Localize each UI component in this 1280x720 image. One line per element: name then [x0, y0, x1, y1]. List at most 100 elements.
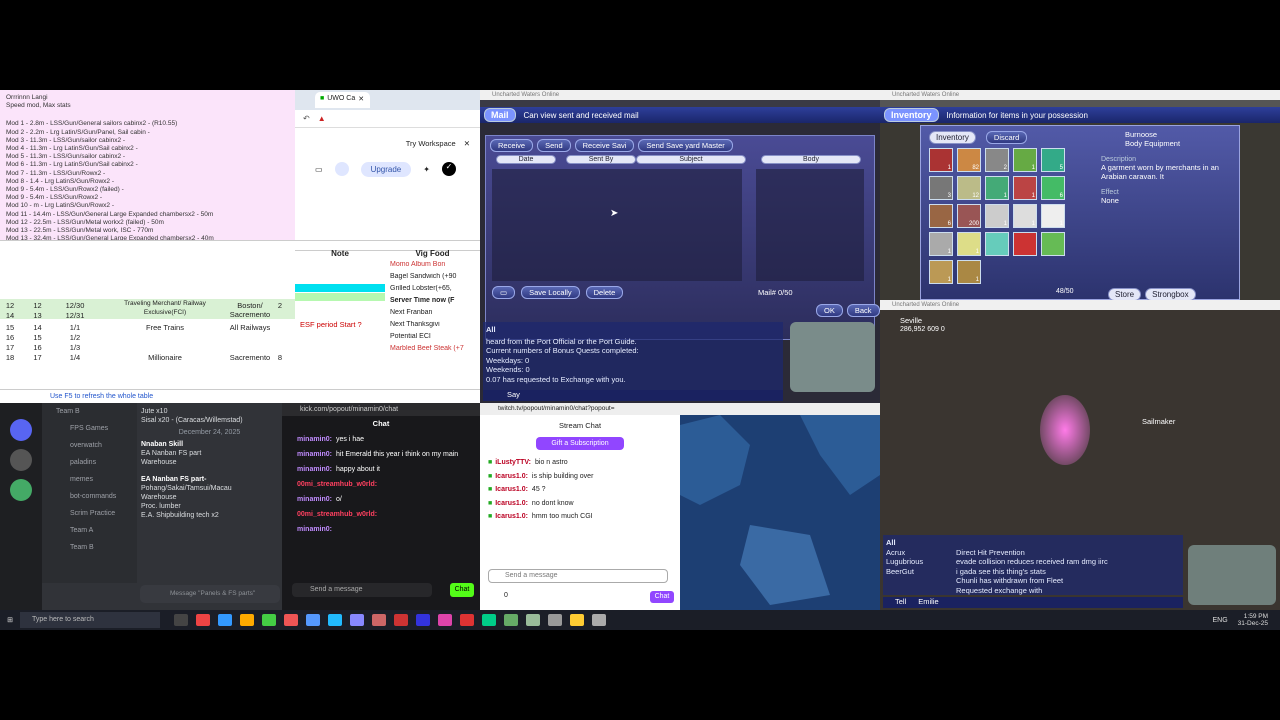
channel-item[interactable]: Team A — [56, 522, 137, 539]
sheet-cell-n[interactable]: 2 — [270, 301, 290, 310]
inventory-slot[interactable]: 82 — [957, 148, 981, 172]
inventory-slot[interactable]: 6 — [1041, 176, 1065, 200]
store-button[interactable]: Store — [1108, 288, 1142, 300]
sheet-cell-loc[interactable]: All Railways — [220, 323, 280, 332]
sparkle-icon[interactable]: ✦ — [423, 165, 430, 174]
sheet-cell-event[interactable]: Free Trains — [110, 323, 220, 332]
inventory-slot[interactable]: 200 — [957, 204, 981, 228]
sheet-cell-date[interactable]: 12/31 — [50, 311, 100, 320]
channel-item[interactable]: Team B — [56, 539, 137, 556]
mail-tab[interactable]: Receive — [490, 139, 534, 152]
kick-user[interactable]: minamin0: — [297, 496, 332, 503]
clock-date[interactable]: 31-Dec-25 — [1238, 620, 1268, 627]
sheet-cell-day[interactable]: 16 — [25, 343, 50, 352]
kick-chat-button[interactable]: Chat — [450, 583, 474, 597]
minimap[interactable] — [790, 322, 875, 392]
mail-col-header[interactable]: Date — [496, 155, 556, 164]
sheet-cell-date[interactable]: 12/30 — [50, 301, 100, 310]
server-icon[interactable] — [10, 449, 32, 471]
world-map[interactable] — [680, 403, 880, 610]
windows-icon[interactable]: ⊞ — [0, 616, 20, 624]
sheet-cell-date[interactable]: 1/3 — [50, 343, 100, 352]
taskbar-app-icon[interactable] — [372, 614, 386, 626]
taskbar-app-icon[interactable] — [174, 614, 188, 626]
vig-food-item[interactable]: Server Time now (F — [390, 297, 478, 304]
twitch-user[interactable]: Icarus1.0: — [495, 513, 528, 520]
close-icon[interactable]: ✕ — [464, 139, 470, 148]
inventory-slot[interactable]: 1 — [1041, 204, 1065, 228]
channel-item[interactable]: paladins — [56, 454, 137, 471]
inventory-slot[interactable]: 6 — [929, 204, 953, 228]
back-icon[interactable]: ↶ — [303, 114, 310, 123]
clock-time[interactable]: 1:59 PM — [1238, 613, 1268, 620]
taskbar-app-icon[interactable] — [548, 614, 562, 626]
tell-bar[interactable]: Tell Emilie — [883, 597, 1183, 608]
kick-user[interactable]: 00mi_streamhub_w0rld: — [297, 481, 377, 488]
chat-tab[interactable]: All — [886, 538, 896, 547]
twitch-chat-button[interactable]: Chat — [650, 591, 674, 603]
chat-tab[interactable]: All — [486, 325, 496, 334]
vig-food-item[interactable]: Marbled Beef Steak (+7 — [390, 345, 478, 352]
vig-food-item[interactable]: Next Thanksgivi — [390, 321, 478, 328]
taskbar-app-icon[interactable] — [306, 614, 320, 626]
strongbox-button[interactable]: Strongbox — [1145, 288, 1196, 300]
inventory-slot[interactable]: 1 — [1013, 148, 1037, 172]
sheet-cell-num[interactable]: 15 — [0, 323, 20, 332]
taskbar-app-icon[interactable] — [482, 614, 496, 626]
kick-user[interactable]: minamin0: — [297, 436, 332, 443]
taskbar-app-icon[interactable] — [262, 614, 276, 626]
delete-button[interactable]: Delete — [585, 286, 624, 299]
kick-user[interactable]: minamin0: — [297, 451, 332, 458]
twitch-user[interactable]: Icarus1.0: — [495, 486, 528, 493]
chat-sender[interactable]: Acrux — [886, 548, 956, 558]
taskbar-app-icon[interactable] — [284, 614, 298, 626]
minimap[interactable] — [1188, 545, 1276, 605]
channel-item[interactable]: FPS Games — [56, 420, 137, 437]
taskbar-app-icon[interactable] — [526, 614, 540, 626]
sheet-cell-day[interactable]: 17 — [25, 353, 50, 362]
sheet-cell-num[interactable]: 18 — [0, 353, 20, 362]
twitch-url[interactable]: twitch.tv/popout/minamin0/chat?popout= — [480, 403, 680, 415]
sheet-cell-date[interactable]: 1/1 — [50, 323, 100, 332]
server-icon[interactable] — [10, 419, 32, 441]
channel-item[interactable]: overwatch — [56, 437, 137, 454]
sheet-cell-num[interactable]: 17 — [0, 343, 20, 352]
channel-item[interactable]: Scrim Practice — [56, 505, 137, 522]
vig-food-item[interactable]: Next Franban — [390, 309, 478, 316]
server-icon[interactable] — [10, 479, 32, 501]
sheet-cell-n[interactable]: 8 — [270, 353, 290, 362]
mail-col-header[interactable]: Subject — [636, 155, 746, 164]
vig-food-item[interactable]: Momo Album Bon — [390, 261, 478, 268]
taskbar-app-icon[interactable] — [394, 614, 408, 626]
kick-url[interactable]: kick.com/popout/minamin0/chat — [282, 403, 480, 416]
taskbar-app-icon[interactable] — [350, 614, 364, 626]
kick-user[interactable]: minamin0: — [297, 526, 332, 533]
mail-tab[interactable]: Send — [537, 139, 571, 152]
chat-icon[interactable]: ▭ — [315, 165, 323, 174]
inventory-slot[interactable]: 5 — [1041, 148, 1065, 172]
taskbar-app-icon[interactable] — [218, 614, 232, 626]
channel-item[interactable]: bot-commands — [56, 488, 137, 505]
taskbar-search[interactable]: Type here to search — [20, 612, 160, 628]
inventory-slot[interactable]: 2 — [985, 148, 1009, 172]
inventory-slot[interactable]: 12 — [957, 176, 981, 200]
sheet-cell-event[interactable]: Millionaire — [110, 353, 220, 362]
twitch-user[interactable]: iLustyTTV: — [495, 459, 531, 466]
inventory-slot[interactable] — [985, 232, 1009, 256]
inventory-slot[interactable]: 1 — [929, 148, 953, 172]
refresh-hint[interactable]: Use F5 to refresh the whole table — [0, 389, 480, 403]
taskbar-app-icon[interactable] — [438, 614, 452, 626]
inventory-slot[interactable]: 3 — [929, 176, 953, 200]
kick-input[interactable]: Send a message — [292, 583, 432, 597]
twitch-user[interactable]: Icarus1.0: — [495, 473, 528, 480]
vig-food-item[interactable]: Potential ECI — [390, 333, 478, 340]
taskbar-app-icon[interactable] — [504, 614, 518, 626]
gift-sub-button[interactable]: Gift a Subscription — [536, 437, 624, 450]
inventory-tab[interactable]: Inventory — [929, 131, 976, 144]
inventory-slot[interactable]: 1 — [929, 260, 953, 284]
kick-user[interactable]: 00mi_streamhub_w0rld: — [297, 511, 377, 518]
list-icon-button[interactable]: ▭ — [492, 286, 516, 299]
twitch-user[interactable]: Icarus1.0: — [495, 500, 528, 507]
discard-button[interactable]: Discard — [985, 131, 1028, 144]
chatgpt-icon[interactable]: ✓ — [441, 162, 456, 176]
